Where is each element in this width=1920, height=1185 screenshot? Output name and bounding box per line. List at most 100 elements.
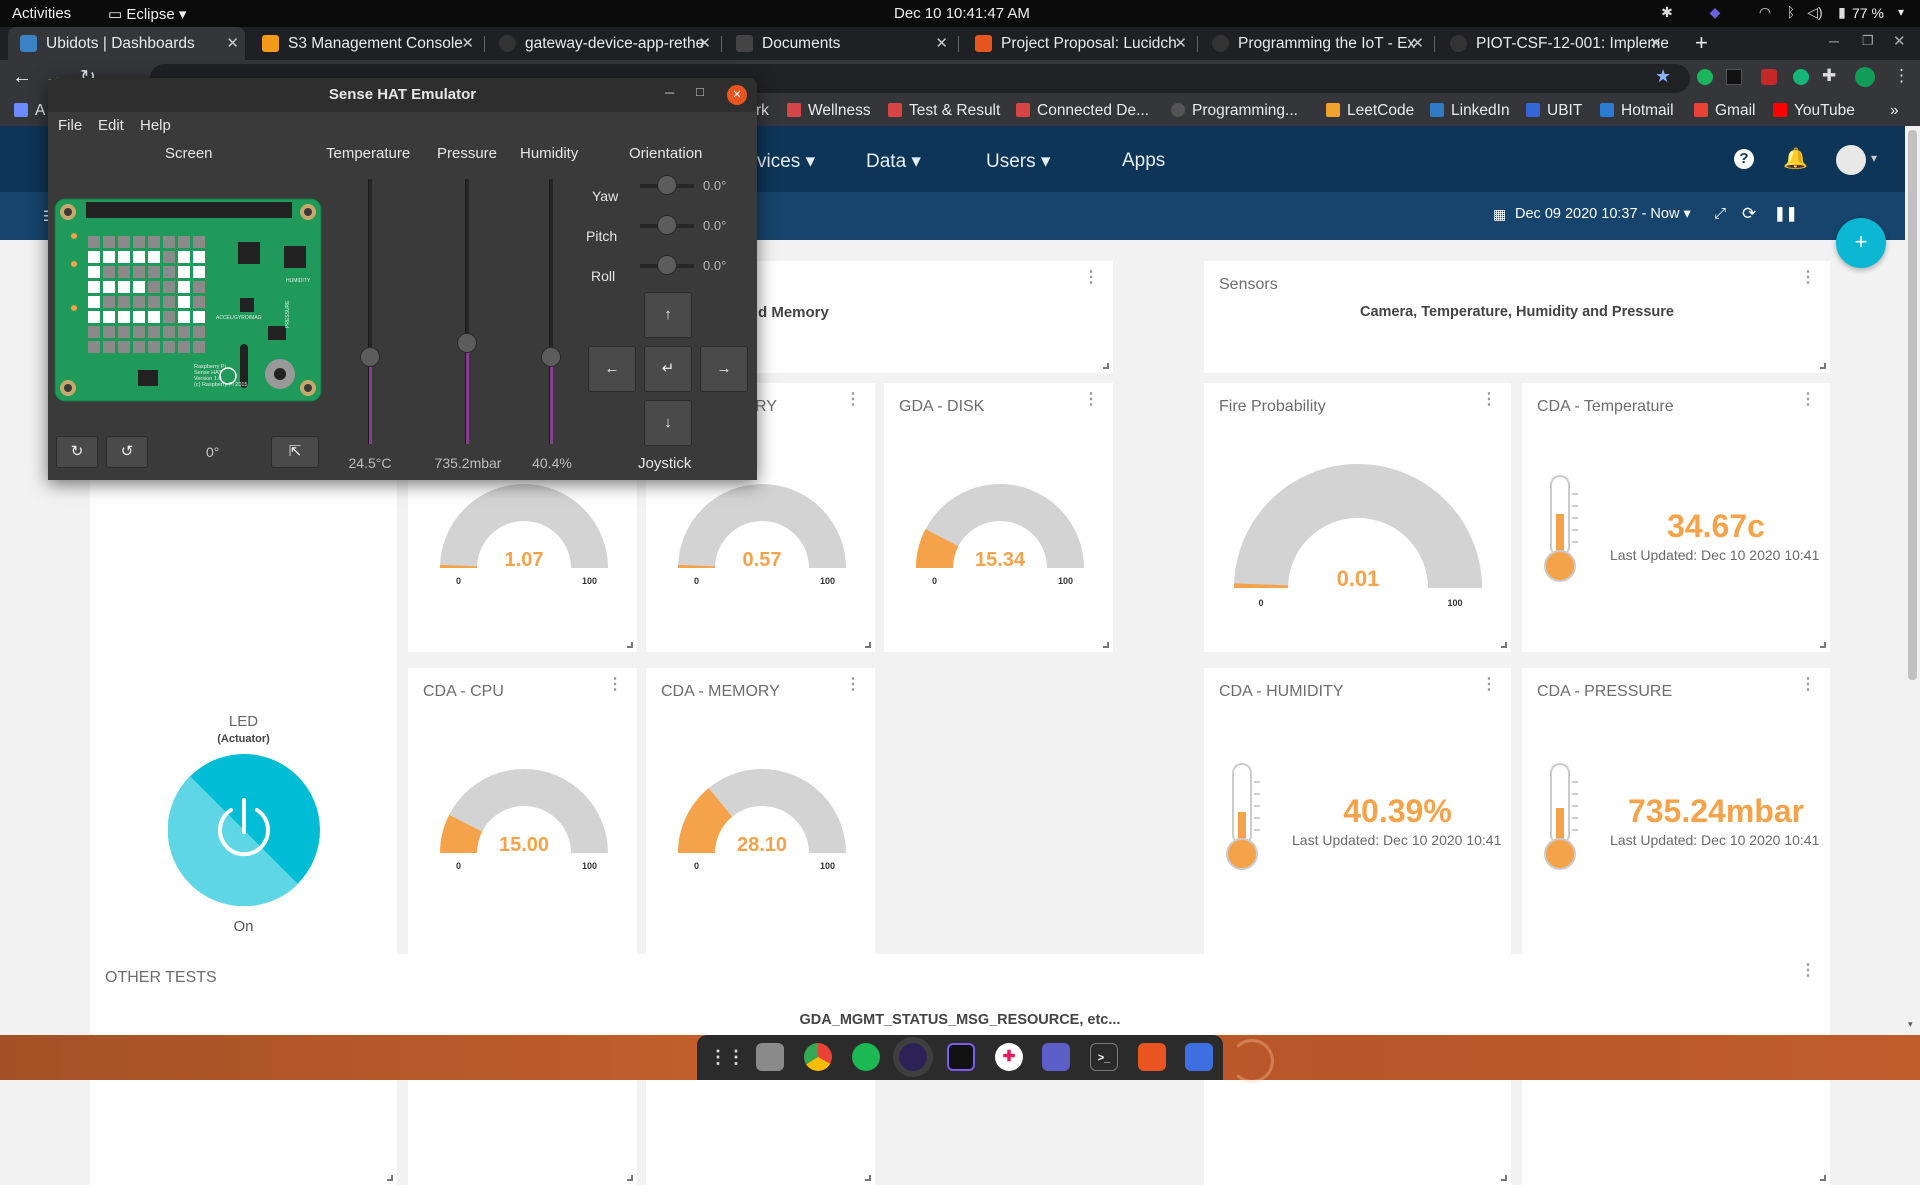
chrome-menu-icon[interactable]: ⋮ xyxy=(1893,66,1910,86)
widget-options-icon[interactable]: ⋮ xyxy=(845,682,861,688)
tab-gateway-device-app[interactable]: gateway-device-app-rethe ✕ xyxy=(487,27,717,60)
restore-window-icon[interactable]: ❐ xyxy=(1862,33,1874,49)
joystick-up-button[interactable]: ↑ xyxy=(644,292,692,338)
humidity-slider[interactable] xyxy=(549,179,553,444)
volume-icon[interactable]: ◁) xyxy=(1806,4,1824,22)
menu-edit[interactable]: Edit xyxy=(98,117,124,134)
extensions-puzzle-icon[interactable]: ✚ xyxy=(1822,66,1836,86)
widget-options-icon[interactable]: ⋮ xyxy=(1800,682,1816,688)
clock[interactable]: Dec 10 10:41:47 AM xyxy=(894,5,1030,22)
wifi-icon[interactable]: ◠ xyxy=(1756,4,1774,22)
joystick-right-button[interactable]: → xyxy=(700,346,748,392)
user-avatar[interactable] xyxy=(1836,145,1866,175)
profile-avatar[interactable] xyxy=(1855,67,1875,87)
widget-options-icon[interactable]: ⋮ xyxy=(1083,275,1099,281)
scroll-down-icon[interactable]: ▾ xyxy=(1908,1019,1913,1030)
dropbox-icon[interactable]: ✱ xyxy=(1658,4,1676,22)
pause-icon[interactable]: ❚❚ xyxy=(1774,205,1797,222)
led-toggle-button[interactable] xyxy=(168,754,320,906)
extension-check-icon[interactable] xyxy=(1697,69,1713,85)
pressure-slider[interactable] xyxy=(465,179,469,444)
activities-button[interactable]: Activities xyxy=(12,5,71,22)
app-menu[interactable]: ▭ Eclipse ▾ xyxy=(108,5,186,23)
bookmark-hotmail[interactable]: Hotmail xyxy=(1600,102,1674,120)
nav-data[interactable]: Data ▾ xyxy=(866,150,921,173)
joystick-center-button[interactable]: ↵ xyxy=(644,346,692,392)
bookmark-wellness[interactable]: Wellness xyxy=(787,102,871,120)
intellij-icon[interactable] xyxy=(947,1043,975,1071)
system-menu-arrow-icon[interactable]: ▾ xyxy=(1898,5,1904,19)
nav-users[interactable]: Users ▾ xyxy=(986,150,1050,173)
minimize-window-icon[interactable]: ─ xyxy=(1829,33,1839,49)
spotify-icon[interactable] xyxy=(852,1043,880,1071)
menu-file[interactable]: File xyxy=(58,117,82,134)
roll-slider[interactable] xyxy=(640,264,694,268)
fullscreen-icon[interactable]: ⤢ xyxy=(1714,205,1726,222)
calendar-icon[interactable]: ▦ xyxy=(1493,206,1506,223)
pitch-slider[interactable] xyxy=(640,224,694,228)
joystick-down-button[interactable]: ↓ xyxy=(644,400,692,446)
page-scrollbar[interactable]: ▾ xyxy=(1905,126,1920,1035)
close-tab-icon[interactable]: ✕ xyxy=(226,27,239,60)
new-tab-button[interactable]: + xyxy=(1695,30,1708,56)
maximize-icon[interactable]: □ xyxy=(696,84,704,99)
close-tab-icon[interactable]: ✕ xyxy=(698,27,711,60)
bluetooth-icon[interactable]: ᛒ xyxy=(1782,4,1800,22)
widget-options-icon[interactable]: ⋮ xyxy=(1481,682,1497,688)
slider-knob[interactable] xyxy=(360,347,380,367)
close-tab-icon[interactable]: ✕ xyxy=(935,27,948,60)
bookmark-connected-de[interactable]: Connected De... xyxy=(1016,102,1149,120)
user-menu-arrow-icon[interactable]: ▾ xyxy=(1871,151,1877,165)
widget-options-icon[interactable]: ⋮ xyxy=(1800,397,1816,403)
back-icon[interactable]: ← xyxy=(12,66,32,89)
close-icon[interactable]: ✕ xyxy=(727,85,747,105)
text-editor-icon[interactable] xyxy=(1185,1043,1213,1071)
files-icon[interactable] xyxy=(756,1043,784,1071)
tab-project-proposal[interactable]: Project Proposal: Lucidch ✕ xyxy=(963,27,1193,60)
tab-documents[interactable]: Documents ✕ xyxy=(724,27,954,60)
teams-icon[interactable] xyxy=(1042,1043,1070,1071)
flip-button[interactable]: ⇱ xyxy=(271,436,319,468)
notifications-bell-icon[interactable]: 🔔 xyxy=(1783,146,1808,171)
close-window-icon[interactable]: ✕ xyxy=(1893,32,1906,50)
rotate-cw-button[interactable]: ↻ xyxy=(56,436,98,468)
add-widget-button[interactable]: + xyxy=(1836,218,1886,268)
software-center-icon[interactable] xyxy=(1138,1043,1166,1071)
teams-tray-icon[interactable]: ◆ xyxy=(1706,4,1724,22)
extension-terminal-icon[interactable] xyxy=(1726,69,1742,85)
temperature-slider[interactable] xyxy=(368,179,372,444)
chrome-icon[interactable] xyxy=(804,1043,832,1071)
nav-devices[interactable]: vices ▾ xyxy=(757,150,815,173)
tab-ubidots[interactable]: Ubidots | Dashboards ✕ xyxy=(8,27,245,60)
apps-bookmark[interactable]: A xyxy=(14,102,45,120)
tab-programming-iot[interactable]: Programming the IoT - Ex ✕ xyxy=(1200,27,1430,60)
rotate-ccw-button[interactable]: ↺ xyxy=(106,436,148,468)
bookmark-ubit[interactable]: UBIT xyxy=(1526,102,1582,120)
tab-piot-csf[interactable]: PIOT-CSF-12-001: Impleme ✕ xyxy=(1438,27,1668,60)
bookmark-leetcode[interactable]: LeetCode xyxy=(1326,102,1414,120)
close-tab-icon[interactable]: ✕ xyxy=(1649,27,1662,60)
close-tab-icon[interactable]: ✕ xyxy=(461,27,474,60)
slack-icon[interactable]: ✚ xyxy=(995,1043,1023,1071)
widget-options-icon[interactable]: ⋮ xyxy=(1800,275,1816,281)
eclipse-icon[interactable] xyxy=(899,1043,927,1071)
widget-options-icon[interactable]: ⋮ xyxy=(607,682,623,688)
refresh-icon[interactable]: ⟳ xyxy=(1742,204,1756,224)
close-tab-icon[interactable]: ✕ xyxy=(1174,27,1187,60)
show-apps-icon[interactable]: ⋮⋮ xyxy=(709,1043,737,1071)
widget-options-icon[interactable]: ⋮ xyxy=(1800,968,1816,974)
bookmark-linkedin[interactable]: LinkedIn xyxy=(1430,102,1510,120)
widget-options-icon[interactable]: ⋮ xyxy=(1083,397,1099,403)
slider-knob[interactable] xyxy=(457,333,477,353)
bookmark-test-result[interactable]: Test & Result xyxy=(888,102,1000,120)
menu-help[interactable]: Help xyxy=(140,117,171,134)
bookmark-programming[interactable]: Programming... xyxy=(1171,102,1298,120)
joystick-left-button[interactable]: ← xyxy=(588,346,636,392)
adblock-icon[interactable] xyxy=(1761,69,1777,85)
bookmark-gmail[interactable]: Gmail xyxy=(1694,102,1755,120)
widget-options-icon[interactable]: ⋮ xyxy=(1481,397,1497,403)
tab-s3[interactable]: S3 Management Console ✕ xyxy=(250,27,480,60)
bookmark-youtube[interactable]: YouTube xyxy=(1773,102,1855,120)
slider-knob[interactable] xyxy=(541,347,561,367)
close-tab-icon[interactable]: ✕ xyxy=(1411,27,1424,60)
